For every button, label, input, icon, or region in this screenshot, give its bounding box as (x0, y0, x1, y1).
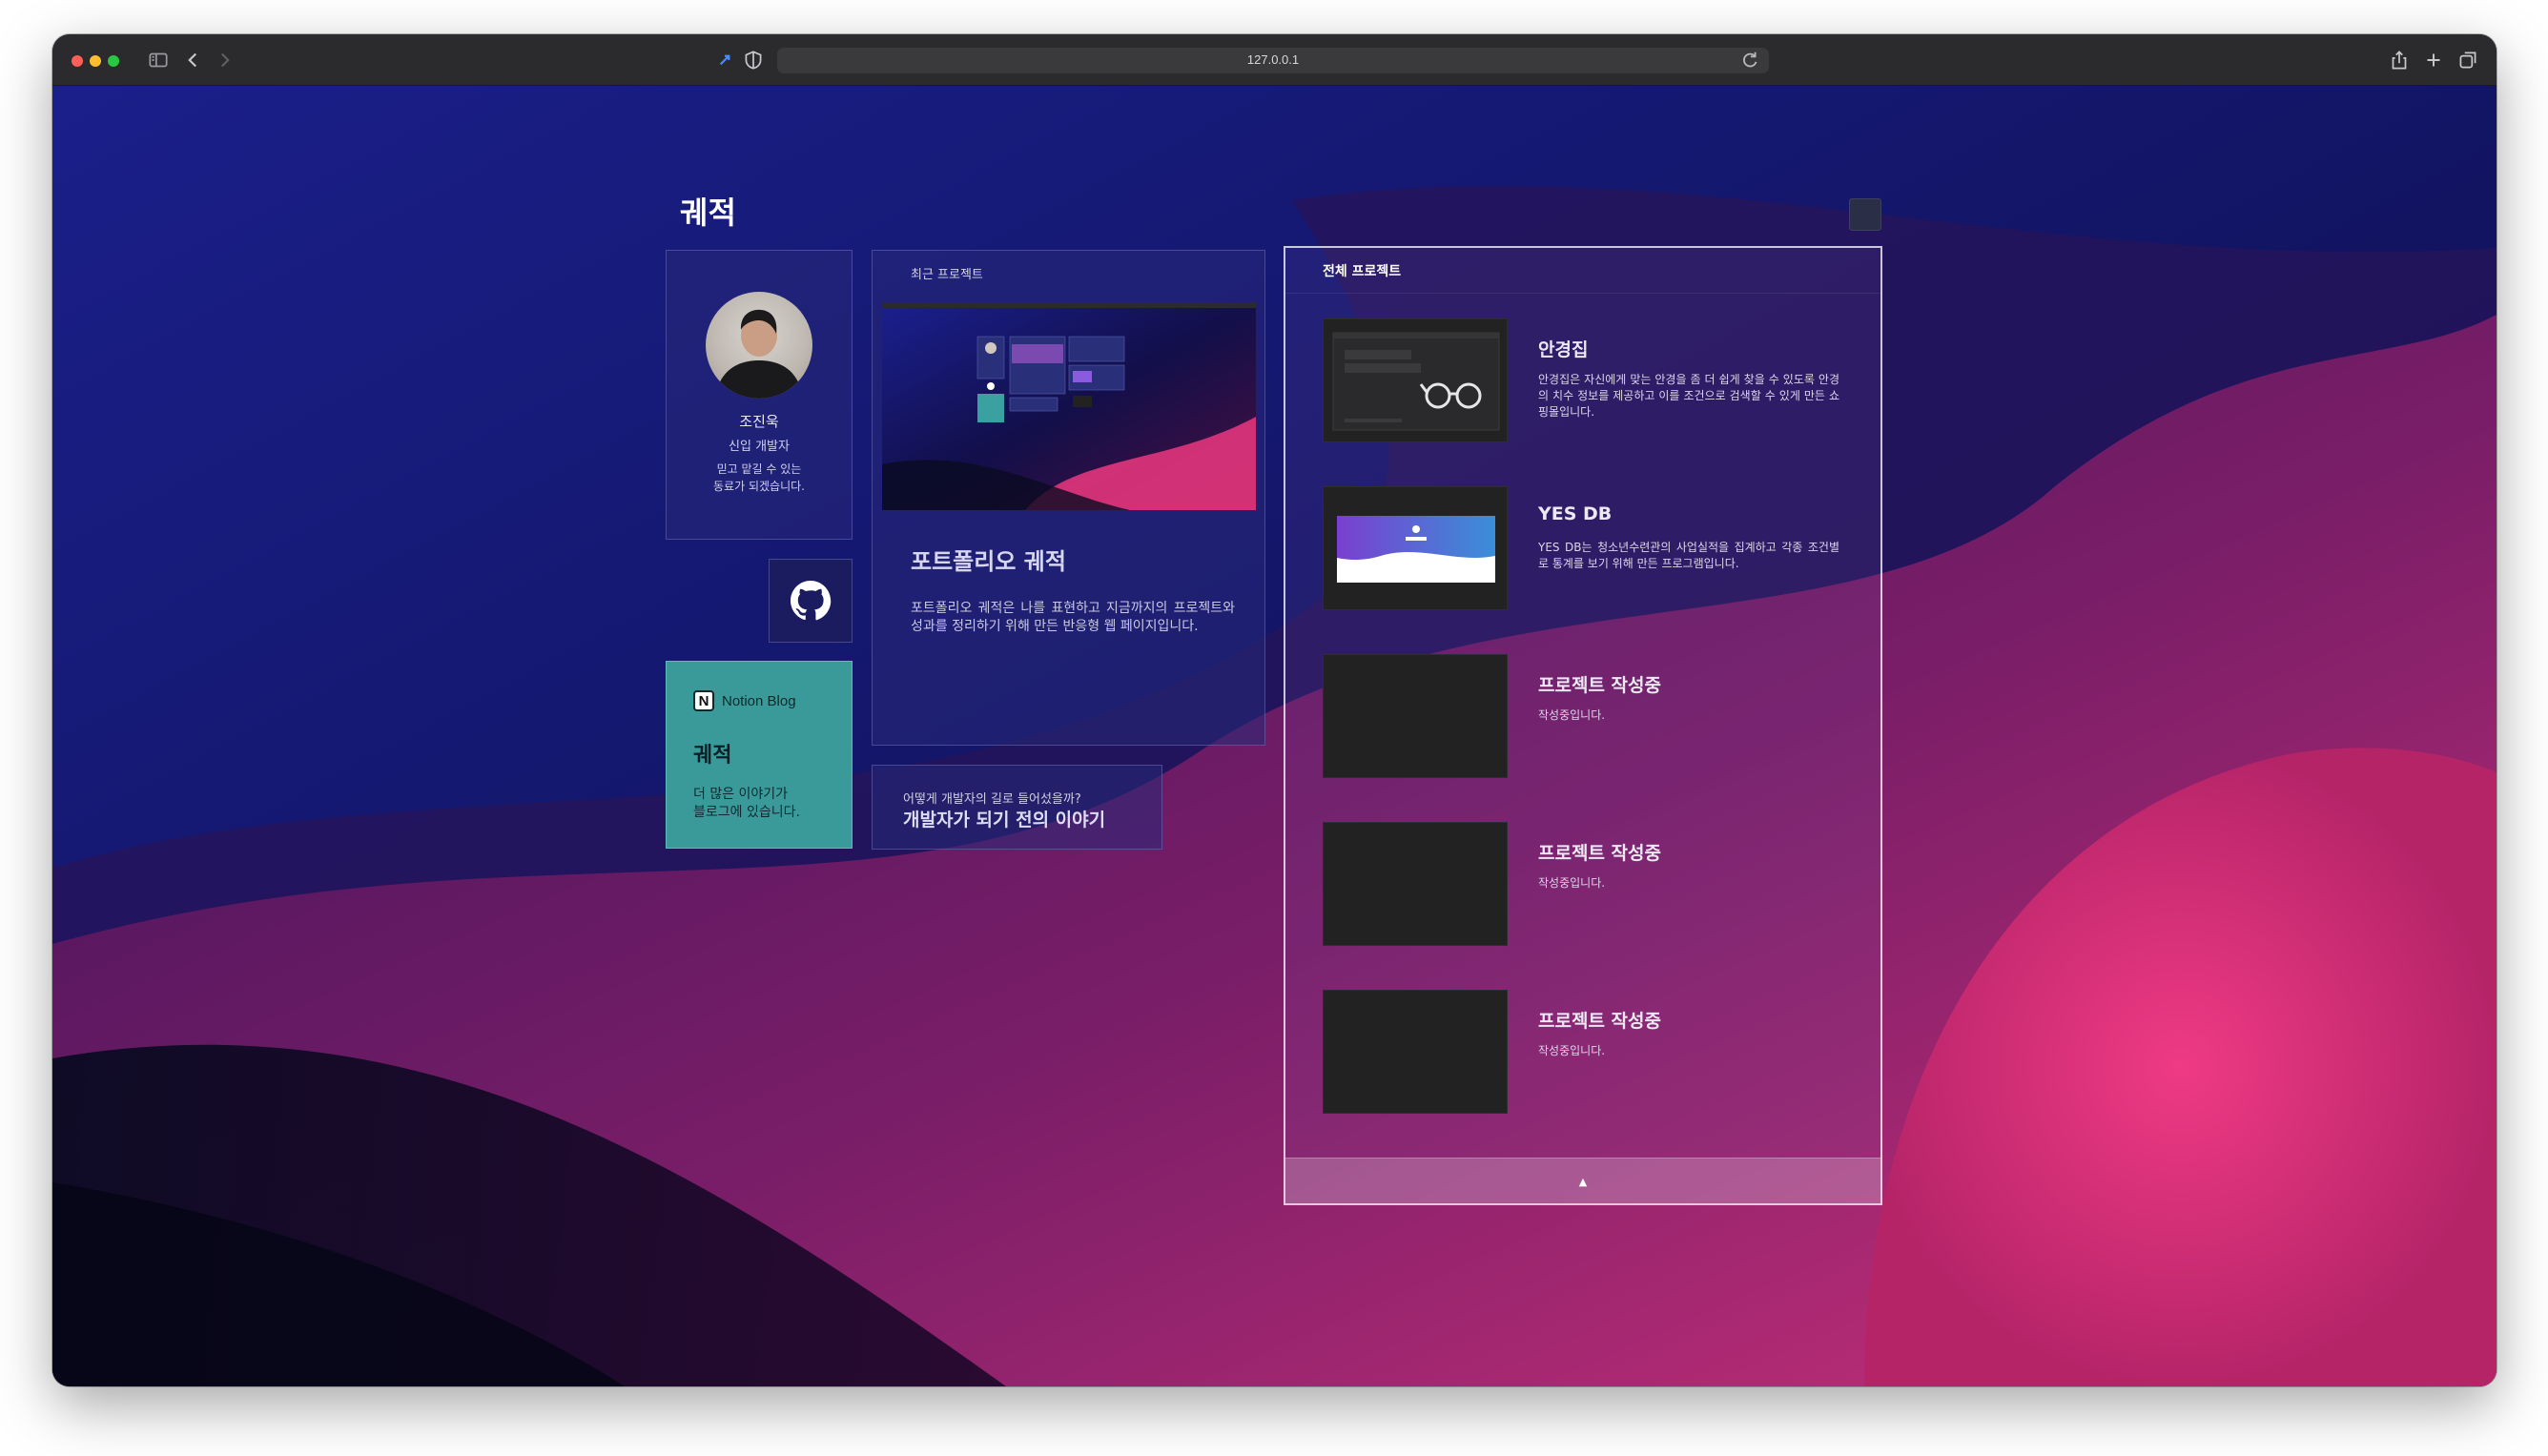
project-title: 프로젝트 작성중 (1538, 675, 1661, 696)
profile-card: 조진욱 신입 개발자 믿고 맡길 수 있는 동료가 되겠습니다. (666, 250, 853, 540)
forward-icon[interactable] (213, 48, 237, 72)
portfolio-preview-image (882, 302, 1256, 510)
notion-desc-line: 블로그에 있습니다. (693, 805, 800, 820)
page-title: 궤적 (680, 195, 736, 231)
new-tab-icon[interactable] (2421, 48, 2446, 72)
project-description: 작성중입니다. (1538, 876, 1606, 890)
minimize-window-button[interactable] (90, 55, 101, 67)
project-description: 작성중입니다. (1538, 708, 1606, 722)
notion-title: 궤적 (693, 744, 732, 768)
notion-description: 더 많은 이야기가 블로그에 있습니다. (693, 786, 800, 822)
share-icon[interactable] (2387, 48, 2412, 72)
browser-window: 127.0.0.1 궤적 조진욱 신입 개발자 믿고 맡길 수 있는 동료가 되… (52, 34, 2497, 1386)
notion-icon: N (693, 690, 714, 711)
project-thumbnail (1323, 486, 1508, 610)
project-item[interactable]: 프로젝트 작성중 작성중입니다. (1323, 822, 1857, 946)
profile-desc-line: 믿고 맡길 수 있는 (716, 462, 802, 476)
project-description: YES DB는 청소년수련관의 사업실적을 집계하고 각종 조건별로 통계를 보… (1538, 541, 1839, 570)
notion-label: Notion Blog (722, 692, 796, 709)
reload-icon[interactable] (1740, 50, 1761, 71)
address-bar[interactable]: 127.0.0.1 (777, 48, 1769, 73)
story-subtitle: 어떻게 개발자의 길로 들어섰을까? (903, 792, 1081, 807)
project-description: 안경집은 자신에게 맞는 안경을 좀 더 쉽게 찾을 수 있도록 안경의 치수 … (1538, 373, 1839, 419)
recent-project-description: 포트폴리오 궤적은 나를 표현하고 지금까지의 프로젝트와 성과를 정리하기 위… (911, 601, 1235, 634)
project-title: 안경집 (1538, 339, 1589, 360)
glasses-icon (1332, 332, 1500, 431)
url-text: 127.0.0.1 (1246, 52, 1300, 67)
notion-desc-line: 더 많은 이야기가 (693, 787, 789, 802)
project-title: YES DB (1538, 503, 1613, 524)
profile-desc-line: 동료가 되겠습니다. (713, 480, 805, 493)
profile-description: 믿고 맡길 수 있는 동료가 되겠습니다. (667, 461, 852, 495)
notion-blog-card[interactable]: N Notion Blog 궤적 더 많은 이야기가 블로그에 있습니다. (666, 661, 853, 849)
privacy-shield-icon[interactable] (741, 48, 766, 72)
project-thumbnail-placeholder (1323, 654, 1508, 778)
project-item[interactable]: YES DB YES DB는 청소년수련관의 사업실적을 집계하고 각종 조건별… (1323, 486, 1857, 610)
project-title: 프로젝트 작성중 (1538, 1011, 1661, 1032)
sidebar-toggle-icon[interactable] (146, 48, 171, 72)
back-icon[interactable] (180, 48, 205, 72)
story-title: 개발자가 되기 전의 이야기 (903, 810, 1106, 831)
recent-project-label: 최근 프로젝트 (911, 268, 983, 282)
profile-role: 신입 개발자 (729, 440, 790, 454)
all-projects-label: 전체 프로젝트 (1323, 264, 1402, 279)
avatar (706, 292, 812, 399)
github-icon (791, 581, 832, 621)
extension-icon[interactable] (712, 48, 737, 72)
story-card[interactable]: 어떻게 개발자의 길로 들어섰을까? 개발자가 되기 전의 이야기 (872, 765, 1162, 850)
notion-header: N Notion Blog (693, 690, 796, 711)
scroll-up-button[interactable]: ▲ (1285, 1158, 1880, 1203)
theme-toggle-button[interactable] (1849, 198, 1881, 231)
project-thumbnail (1323, 318, 1508, 442)
tab-overview-icon[interactable] (2456, 48, 2480, 72)
browser-titlebar: 127.0.0.1 (52, 34, 2497, 86)
project-item[interactable]: 프로젝트 작성중 작성중입니다. (1323, 654, 1857, 778)
project-thumbnail-placeholder (1323, 822, 1508, 946)
profile-name: 조진욱 (739, 413, 779, 430)
project-title: 프로젝트 작성중 (1538, 843, 1661, 864)
person-photo-icon (715, 309, 803, 399)
github-link-button[interactable] (769, 559, 853, 643)
project-thumbnail-placeholder (1323, 990, 1508, 1114)
project-description: 작성중입니다. (1538, 1044, 1606, 1057)
background-waves (52, 86, 2497, 1386)
page-viewport: 궤적 조진욱 신입 개발자 믿고 맡길 수 있는 동료가 되겠습니다. N No… (52, 86, 2497, 1386)
recent-project-title: 포트폴리오 궤적 (911, 548, 1066, 575)
chevron-up-icon: ▲ (1578, 1176, 1588, 1188)
project-item[interactable]: 안경집 안경집은 자신에게 맞는 안경을 좀 더 쉽게 찾을 수 있도록 안경의… (1323, 318, 1857, 442)
maximize-window-button[interactable] (108, 55, 119, 67)
recent-project-card[interactable]: 최근 프로젝트 포트폴리오 궤적 포트폴리오 궤적은 나를 표현하고 지금까지의… (872, 250, 1265, 746)
yes-db-preview-icon (1337, 516, 1495, 583)
close-window-button[interactable] (72, 55, 83, 67)
all-projects-panel: 전체 프로젝트 안경집 안경집은 자신에게 맞는 안경을 좀 더 쉽게 찾을 수… (1284, 246, 1882, 1205)
recent-project-screenshot (882, 302, 1256, 510)
all-projects-header: 전체 프로젝트 (1285, 248, 1880, 294)
project-item[interactable]: 프로젝트 작성중 작성중입니다. (1323, 990, 1857, 1114)
